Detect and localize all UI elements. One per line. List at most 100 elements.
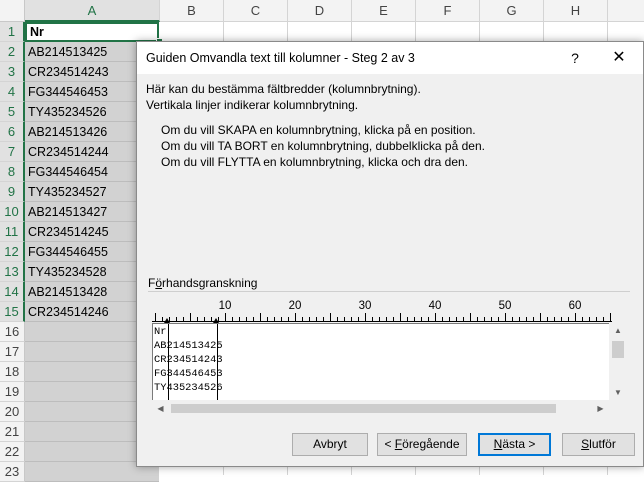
column-header-e[interactable]: E bbox=[352, 0, 416, 22]
ruler-tick bbox=[295, 313, 296, 322]
row-header[interactable]: 8 bbox=[0, 162, 25, 182]
row-header[interactable]: 16 bbox=[0, 322, 25, 342]
finish-button[interactable]: Slutför bbox=[562, 433, 635, 456]
column-break-line[interactable] bbox=[168, 324, 169, 400]
scroll-thumb[interactable] bbox=[612, 341, 624, 358]
row-header[interactable]: 6 bbox=[0, 122, 25, 142]
help-icon[interactable]: ? bbox=[565, 48, 585, 68]
break-arrow-icon[interactable] bbox=[164, 318, 170, 323]
break-arrow-icon[interactable] bbox=[213, 318, 219, 323]
ruler-tick bbox=[379, 317, 380, 322]
row-header[interactable]: 5 bbox=[0, 102, 25, 122]
row-header[interactable]: 19 bbox=[0, 382, 25, 402]
ruler-tick bbox=[512, 317, 513, 322]
text-to-columns-dialog: Guiden Omvandla text till kolumner - Ste… bbox=[136, 41, 644, 467]
scroll-right-icon[interactable]: ▶ bbox=[592, 400, 609, 417]
ruler-tick bbox=[372, 317, 373, 322]
scroll-up-icon[interactable]: ▲ bbox=[609, 323, 627, 339]
column-header-i[interactable] bbox=[608, 0, 644, 22]
ruler-label: 40 bbox=[428, 300, 442, 312]
ruler-tick bbox=[330, 313, 331, 322]
instruction-move: Om du vill FLYTTA en kolumnbrytning, kli… bbox=[161, 155, 469, 169]
row-header[interactable]: 9 bbox=[0, 182, 25, 202]
ruler-tick bbox=[155, 313, 156, 322]
row-header[interactable]: 14 bbox=[0, 282, 25, 302]
ruler-tick bbox=[449, 317, 450, 322]
ruler-label: 60 bbox=[568, 300, 582, 312]
row-header[interactable]: 22 bbox=[0, 442, 25, 462]
preview-line: Nr bbox=[154, 326, 167, 338]
column-header-b[interactable]: B bbox=[160, 0, 224, 22]
ruler-tick bbox=[582, 317, 583, 322]
ruler-label: 20 bbox=[288, 300, 302, 312]
ruler-tick bbox=[260, 313, 261, 322]
column-header-h[interactable]: H bbox=[544, 0, 608, 22]
close-icon[interactable]: ✕ bbox=[607, 47, 631, 69]
ruler-tick bbox=[337, 317, 338, 322]
ruler-tick bbox=[204, 317, 205, 322]
ruler-tick bbox=[365, 313, 366, 322]
ruler-tick bbox=[309, 317, 310, 322]
scroll-thumb[interactable] bbox=[171, 404, 556, 413]
preview-line: AB214513425 bbox=[154, 340, 223, 352]
ruler-tick bbox=[526, 317, 527, 322]
ruler-label: 50 bbox=[498, 300, 512, 312]
ruler-tick bbox=[421, 317, 422, 322]
ruler-tick bbox=[197, 317, 198, 322]
column-header-d[interactable]: D bbox=[288, 0, 352, 22]
ruler-tick bbox=[323, 317, 324, 322]
column-break-line[interactable] bbox=[217, 324, 218, 400]
ruler-tick bbox=[428, 317, 429, 322]
ruler-tick bbox=[288, 317, 289, 322]
row-header[interactable]: 3 bbox=[0, 62, 25, 82]
row-header[interactable]: 4 bbox=[0, 82, 25, 102]
row-header[interactable]: 10 bbox=[0, 202, 25, 222]
row-header[interactable]: 2 bbox=[0, 42, 25, 62]
row-header[interactable]: 23 bbox=[0, 462, 25, 482]
row-header[interactable]: 11 bbox=[0, 222, 25, 242]
ruler-tick bbox=[407, 317, 408, 322]
ruler-tick bbox=[253, 317, 254, 322]
row-header[interactable]: 7 bbox=[0, 142, 25, 162]
ruler-tick bbox=[358, 317, 359, 322]
ruler-tick bbox=[561, 317, 562, 322]
cancel-button[interactable]: Avbryt bbox=[292, 433, 368, 456]
preview-horizontal-scrollbar[interactable]: ◀ ▶ bbox=[152, 400, 609, 417]
ruler-tick bbox=[183, 317, 184, 322]
row-header[interactable]: 1 bbox=[0, 22, 25, 42]
cell-a1[interactable]: Nr bbox=[25, 22, 159, 42]
row-header[interactable]: 15 bbox=[0, 302, 25, 322]
ruler-tick bbox=[211, 317, 212, 322]
preview-line: FG344546453 bbox=[154, 368, 223, 380]
row-header[interactable]: 21 bbox=[0, 422, 25, 442]
ruler-tick bbox=[533, 317, 534, 322]
data-preview[interactable]: Nr AB214513425 CR234514243 FG344546453 T… bbox=[152, 323, 626, 401]
intro-text-1: Här kan du bestämma fältbredder (kolumnb… bbox=[146, 82, 421, 96]
back-button[interactable]: < Föregående bbox=[377, 433, 467, 456]
next-button[interactable]: Nästa > bbox=[478, 433, 551, 456]
ruler-tick bbox=[456, 317, 457, 322]
row-header[interactable]: 12 bbox=[0, 242, 25, 262]
scroll-left-icon[interactable]: ◀ bbox=[152, 400, 169, 417]
preview-group-label: Förhandsgranskning bbox=[148, 276, 261, 290]
row-header[interactable]: 17 bbox=[0, 342, 25, 362]
column-header-f[interactable]: F bbox=[416, 0, 480, 22]
preview-vertical-scrollbar[interactable]: ▲ ▼ bbox=[609, 323, 627, 401]
ruler-tick bbox=[589, 317, 590, 322]
column-ruler[interactable]: 10 20 30 40 50 60 bbox=[152, 300, 612, 324]
dialog-titlebar[interactable]: Guiden Omvandla text till kolumner - Ste… bbox=[137, 42, 643, 74]
ruler-label: 10 bbox=[218, 300, 232, 312]
row-header[interactable]: 20 bbox=[0, 402, 25, 422]
column-header-a[interactable]: A bbox=[25, 0, 160, 22]
row-header[interactable]: 18 bbox=[0, 362, 25, 382]
ruler-tick bbox=[575, 313, 576, 322]
column-header-c[interactable]: C bbox=[224, 0, 288, 22]
ruler-tick bbox=[498, 317, 499, 322]
ruler-tick bbox=[603, 317, 604, 322]
ruler-tick bbox=[547, 317, 548, 322]
row-header[interactable]: 13 bbox=[0, 262, 25, 282]
scroll-down-icon[interactable]: ▼ bbox=[609, 385, 627, 401]
column-header-g[interactable]: G bbox=[480, 0, 544, 22]
select-all-corner[interactable] bbox=[0, 0, 25, 22]
ruler-tick bbox=[484, 317, 485, 322]
